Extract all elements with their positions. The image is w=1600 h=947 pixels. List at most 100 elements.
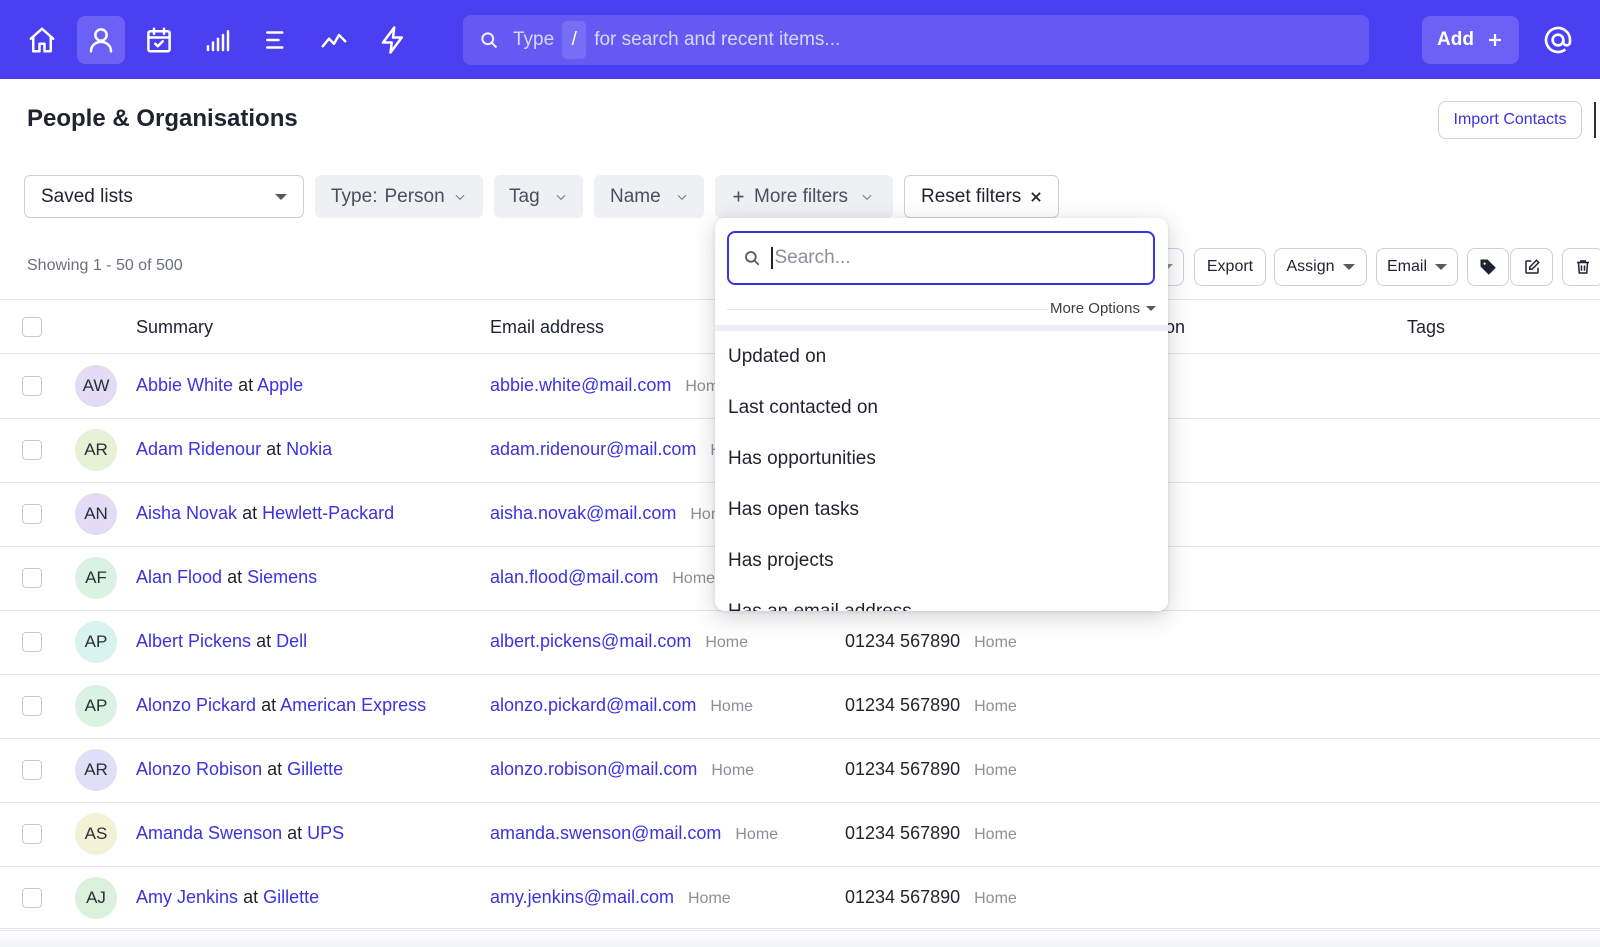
tag-button[interactable] — [1467, 248, 1509, 286]
tag-filter[interactable]: Tag — [494, 175, 583, 218]
add-button[interactable]: Add — [1422, 16, 1519, 64]
person-link[interactable]: Albert Pickens — [136, 631, 251, 651]
email-link[interactable]: albert.pickens@mail.com — [490, 631, 691, 651]
home-icon[interactable] — [18, 16, 66, 64]
person-link[interactable]: Alan Flood — [136, 567, 222, 587]
row-checkbox[interactable] — [22, 760, 42, 780]
search-prefix: Type — [513, 29, 555, 50]
at-connector: at — [261, 695, 277, 715]
row-summary: Aisha Novak at Hewlett-Packard — [136, 503, 394, 524]
phone-type-label: Home — [974, 698, 1017, 715]
person-link[interactable]: Aisha Novak — [136, 503, 237, 523]
lightning-icon[interactable] — [369, 16, 417, 64]
filter-option-has-opportunities[interactable]: Has opportunities — [728, 448, 876, 470]
email-link[interactable]: alonzo.pickard@mail.com — [490, 695, 696, 715]
organisation-link[interactable]: Gillette — [287, 759, 343, 779]
edit-button[interactable] — [1510, 248, 1553, 286]
reset-filters-label: Reset filters — [921, 185, 1022, 207]
mentions-icon[interactable] — [1542, 24, 1574, 56]
row-summary: Alonzo Robison at Gillette — [136, 759, 343, 780]
person-link[interactable]: Adam Ridenour — [136, 439, 261, 459]
avatar: AR — [75, 429, 117, 471]
filter-search-input[interactable]: Search... — [727, 231, 1155, 285]
table-row[interactable]: AR Alonzo Robison at Gillette alonzo.robis… — [0, 739, 1600, 803]
filter-option-updated-on[interactable]: Updated on — [728, 346, 826, 368]
summary-column-header[interactable]: Summary — [136, 317, 213, 338]
email-link[interactable]: amy.jenkins@mail.com — [490, 887, 674, 907]
organisation-link[interactable]: Nokia — [286, 439, 332, 459]
reset-filters-button[interactable]: Reset filters — [904, 175, 1059, 218]
calendar-check-icon[interactable] — [135, 16, 183, 64]
email-column-header[interactable]: Email address — [490, 317, 604, 338]
filter-option-last-contacted-on[interactable]: Last contacted on — [728, 397, 878, 419]
email-link[interactable]: alan.flood@mail.com — [490, 567, 658, 587]
organisation-link[interactable]: Gillette — [263, 887, 319, 907]
more-options-toggle[interactable]: More Options — [1050, 300, 1156, 317]
organisation-link[interactable]: American Express — [280, 695, 426, 715]
export-button[interactable]: Export — [1194, 248, 1266, 286]
organisation-link[interactable]: Dell — [276, 631, 307, 651]
row-checkbox[interactable] — [22, 568, 42, 588]
email-link[interactable]: alonzo.robison@mail.com — [490, 759, 697, 779]
list-icon[interactable] — [252, 16, 300, 64]
top-navigation-bar: Type / for search and recent items... Ad… — [0, 0, 1600, 79]
table-row[interactable]: AP Alonzo Pickard at American Express alon… — [0, 675, 1600, 739]
organisation-link[interactable]: Apple — [257, 375, 303, 395]
person-link[interactable]: Amy Jenkins — [136, 887, 238, 907]
avatar: AW — [75, 365, 117, 407]
organisation-link[interactable]: Hewlett-Packard — [262, 503, 394, 523]
email-link[interactable]: abbie.white@mail.com — [490, 375, 671, 395]
row-checkbox[interactable] — [22, 504, 42, 524]
import-contacts-button[interactable]: Import Contacts — [1438, 101, 1582, 139]
row-email: adam.ridenour@mail.comH — [490, 439, 722, 460]
table-row[interactable]: AP Albert Pickens at Dell albert.pickens@m… — [0, 611, 1600, 675]
bar-signal-icon[interactable] — [194, 16, 242, 64]
organisation-link[interactable]: UPS — [307, 823, 344, 843]
at-connector: at — [238, 375, 254, 395]
row-checkbox[interactable] — [22, 696, 42, 716]
email-button[interactable]: Email — [1376, 248, 1458, 286]
type-filter-label: Type: — [331, 185, 378, 207]
table-row[interactable]: AJ Amy Jenkins at Gillette amy.jenkins@mai… — [0, 867, 1600, 931]
row-email: albert.pickens@mail.com Home — [490, 631, 748, 652]
person-link[interactable]: Alonzo Robison — [136, 759, 262, 779]
text-cursor — [771, 247, 773, 269]
person-icon[interactable] — [77, 16, 125, 64]
add-button-label: Add — [1437, 29, 1474, 50]
trend-line-icon[interactable] — [310, 16, 358, 64]
organisation-link[interactable]: Siemens — [247, 567, 317, 587]
row-checkbox[interactable] — [22, 632, 42, 652]
person-link[interactable]: Amanda Swenson — [136, 823, 282, 843]
more-filters-button[interactable]: More filters — [715, 175, 893, 218]
horizontal-scrollbar[interactable] — [0, 928, 1600, 947]
select-all-checkbox[interactable] — [22, 317, 42, 337]
filter-option-has-projects[interactable]: Has projects — [728, 550, 834, 572]
person-link[interactable]: Alonzo Pickard — [136, 695, 256, 715]
email-link[interactable]: adam.ridenour@mail.com — [490, 439, 696, 459]
assign-button[interactable]: Assign — [1274, 248, 1367, 286]
row-checkbox[interactable] — [22, 440, 42, 460]
row-checkbox[interactable] — [22, 888, 42, 908]
name-filter[interactable]: Name — [594, 175, 704, 218]
filter-option-has-email-address[interactable]: Has an email address — [728, 601, 912, 611]
email-type-label: Home — [672, 570, 716, 587]
type-filter[interactable]: Type: Person — [315, 175, 483, 218]
avatar: AS — [75, 813, 117, 855]
email-link[interactable]: amanda.swenson@mail.com — [490, 823, 721, 843]
row-checkbox[interactable] — [22, 824, 42, 844]
search-hint: for search and recent items... — [594, 29, 841, 50]
global-search-bar[interactable]: Type / for search and recent items... — [463, 15, 1369, 65]
filter-option-has-open-tasks[interactable]: Has open tasks — [728, 499, 859, 521]
person-link[interactable]: Abbie White — [136, 375, 233, 395]
delete-button[interactable] — [1562, 248, 1600, 286]
tags-column-header[interactable]: Tags — [1407, 317, 1445, 338]
row-email: abbie.white@mail.com Home — [490, 375, 728, 396]
table-row[interactable]: AS Amanda Swenson at UPS amanda.swenson@ma… — [0, 803, 1600, 867]
avatar: AP — [75, 621, 117, 663]
row-phone: 01234 567890 Home — [845, 759, 1017, 780]
saved-lists-select[interactable]: Saved lists — [24, 175, 304, 218]
edit-icon — [1524, 259, 1540, 274]
email-link[interactable]: aisha.novak@mail.com — [490, 503, 676, 523]
row-checkbox[interactable] — [22, 376, 42, 396]
hidden-column-header[interactable]: on — [1165, 317, 1185, 338]
